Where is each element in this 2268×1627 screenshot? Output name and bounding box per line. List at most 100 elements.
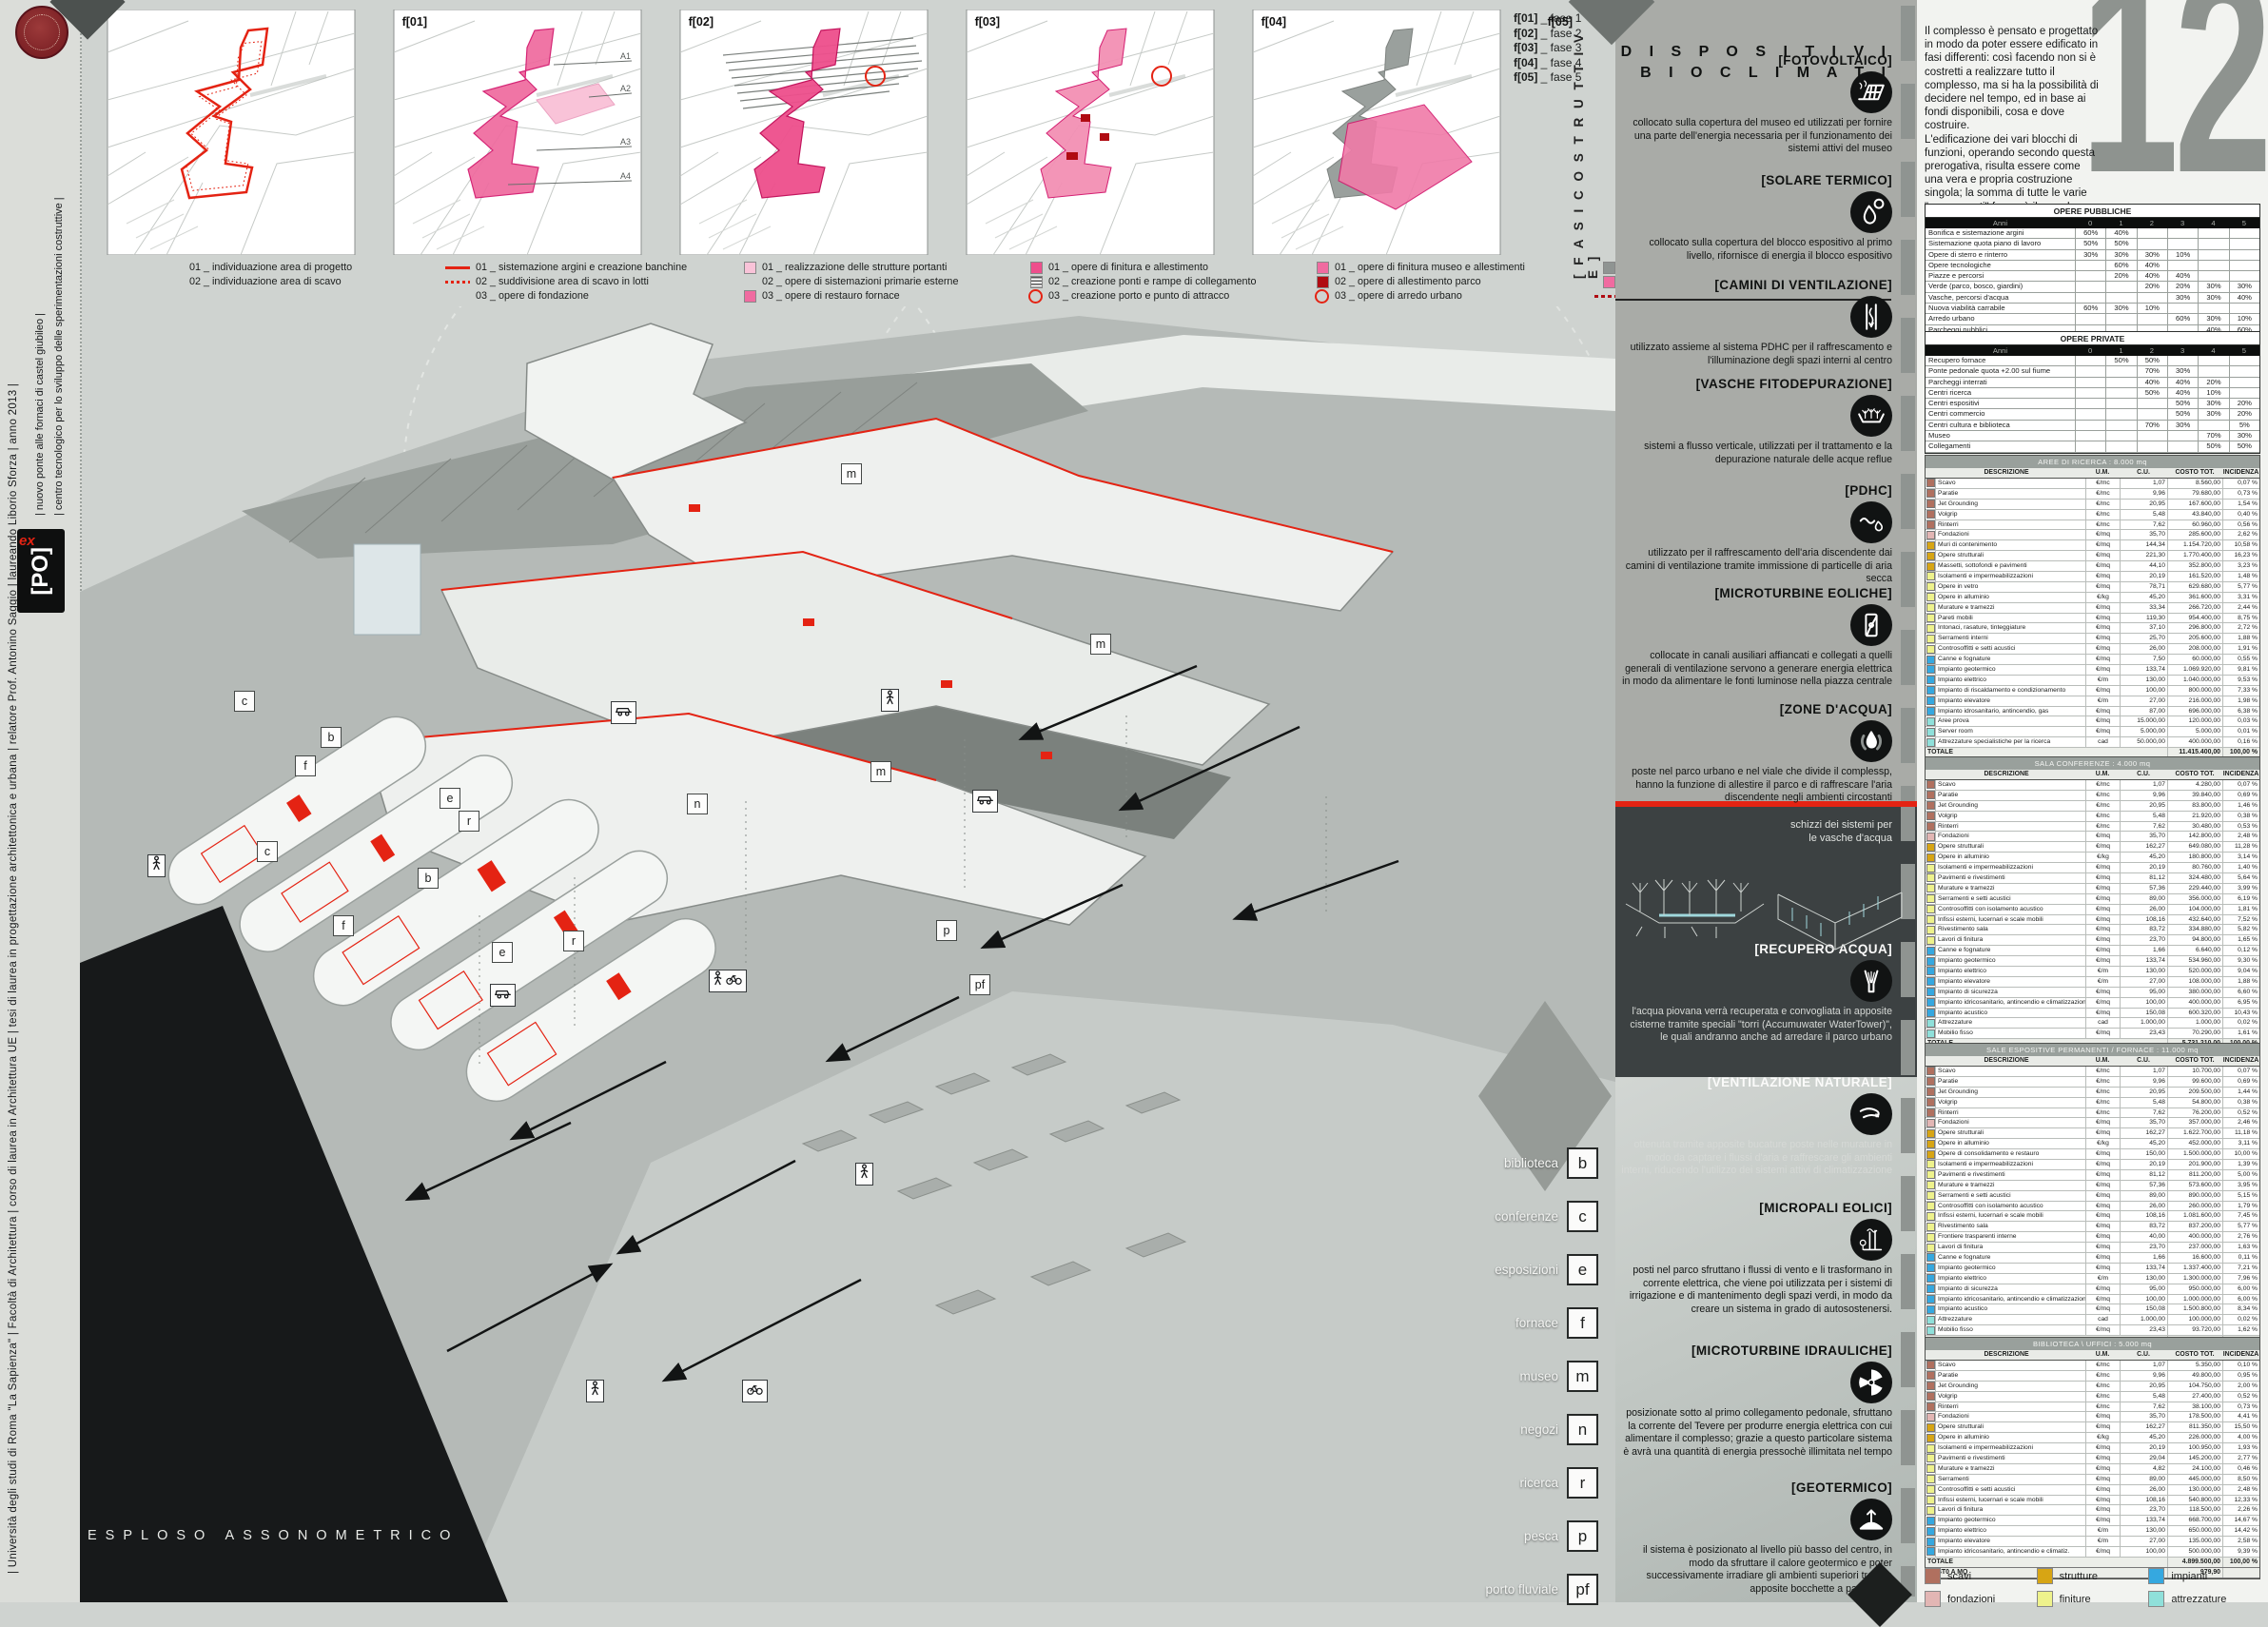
legend-number: 01 _ <box>1335 261 1355 275</box>
sun-drop-icon <box>1850 191 1892 233</box>
table-cell <box>2167 431 2198 441</box>
cost-desc-cell: Mobilio fisso <box>1935 1325 2085 1335</box>
category-chip <box>1926 864 1935 872</box>
category-chip <box>1926 1140 1935 1148</box>
table-cell: 50% <box>2137 388 2167 398</box>
table-cell: 70% <box>2137 366 2167 376</box>
cost-um-cell: €/mq <box>2085 540 2120 550</box>
intro-paragraph: Il complesso è pensato e progettato in m… <box>1925 25 2100 227</box>
table-cell: Museo <box>1926 431 2075 441</box>
category-chip-cell <box>1926 1422 1935 1432</box>
cost-tot-cell: 21.920,00 <box>2167 812 2222 821</box>
device-section-title: [PDHC] <box>1620 483 1892 498</box>
sidebar-credits-line: | Università degli studi di Roma "La Sap… <box>8 61 19 1574</box>
device-section-title: [CAMINI DI VENTILAZIONE] <box>1620 278 1892 292</box>
cost-cu-cell: 20,95 <box>2120 1088 2167 1097</box>
cost-cu-cell: 130,00 <box>2120 1526 2167 1536</box>
cost-tot-cell: 540.800,00 <box>2167 1496 2222 1505</box>
totale-pct: 100,00 % <box>2222 1558 2259 1567</box>
cost-um-cell: €/kg <box>2085 853 2120 862</box>
cost-desc-cell: Impianto elettrico <box>1935 1274 2085 1284</box>
cost-inc-cell: 11,18 % <box>2222 1128 2259 1138</box>
cost-header-cell: C.U. <box>2120 468 2167 478</box>
table-row: Centri cultura e biblioteca70%30%5% <box>1926 421 2259 431</box>
table-cell: Ponte pedonale quota +2.00 sul fiume <box>1926 366 2075 376</box>
person-icon <box>885 690 895 711</box>
cost-tot-cell: 208.000,00 <box>2167 644 2222 654</box>
table-cell <box>2137 293 2167 303</box>
table-row: Impianto geotermico€/mq133,741.069.920,0… <box>1926 665 2259 676</box>
cost-um-cell: €/mc <box>2085 1088 2120 1097</box>
university-seal-icon <box>15 6 68 59</box>
cost-desc-cell: Paratie <box>1935 1077 2085 1087</box>
hydro-turbine-icon <box>1850 1362 1892 1403</box>
cost-header-cell: COSTO TOT. <box>2167 468 2222 478</box>
phase-maps-strip: A1 A2 A3 A4 <box>80 10 1615 255</box>
cost-desc-cell: Controsoffitti con isolamento acustico <box>1935 1202 2085 1211</box>
cost-desc-cell: Lavori di finitura <box>1935 935 2085 945</box>
cost-inc-cell: 0,46 % <box>2222 1464 2259 1474</box>
person-icon <box>151 855 162 876</box>
cost-tot-cell: 1.040.000,00 <box>2167 676 2222 685</box>
cost-um-cell: €/mq <box>2085 1516 2120 1525</box>
cost-tot-cell: 49.800,00 <box>2167 1371 2222 1381</box>
category-chip <box>1926 1538 1935 1546</box>
table-row: Impianto di sicurezza€/mq95,00380.000,00… <box>1926 988 2259 998</box>
cost-desc-cell: Impianto idrosanitario, antincendio, gas <box>1935 707 2085 716</box>
fasi-costruttive-title: [ F A S I C O S T R U T T I V E ] <box>1572 27 1600 279</box>
letters-key-item: negozin <box>1463 1414 1598 1445</box>
category-chip-cell <box>1926 603 1935 613</box>
category-chip <box>1926 853 1935 862</box>
device-section: [ZONE D'ACQUA]poste nel parco urbano e n… <box>1620 702 1892 805</box>
cost-desc-cell: Murature e tramezzi <box>1935 1181 2085 1190</box>
schedule-year: 3 <box>2167 218 2198 228</box>
mobility-sign <box>881 689 899 712</box>
cost-cu-cell: 108,16 <box>2120 1211 2167 1221</box>
device-section: [FOTOVOLTAICO]collocato sulla copertura … <box>1620 53 1892 156</box>
cost-desc-cell: Controsoffitti e setti acustici <box>1935 1485 2085 1495</box>
table-row: Aree prova€/mq15.000,00120.000,000,03 % <box>1926 716 2259 727</box>
category-chip-cell <box>1926 1067 1935 1076</box>
cost-tot-cell: 629.680,00 <box>2167 582 2222 592</box>
category-chip <box>1926 1402 1935 1411</box>
category-chip <box>1926 510 1935 519</box>
cost-inc-cell: 9,53 % <box>2222 676 2259 685</box>
cost-inc-cell: 0,02 % <box>2222 1315 2259 1324</box>
cost-cu-cell: 7,62 <box>2120 1402 2167 1412</box>
cost-tot-cell: 118.500,00 <box>2167 1505 2222 1515</box>
cost-um-cell: €/kg <box>2085 1433 2120 1442</box>
map-panels <box>108 10 1500 255</box>
table-row: Isolamenti e impermeabilizzazioni€/mq20,… <box>1926 1443 2259 1454</box>
table-row: Murature e tramezzi€/mq57,36229.440,003,… <box>1926 884 2259 894</box>
cost-inc-cell: 1,63 % <box>2222 1243 2259 1252</box>
legend-item: fondazioni <box>1925 1591 2037 1607</box>
cost-cu-cell: 5,48 <box>2120 812 2167 821</box>
bike-icon <box>725 972 743 990</box>
category-chip <box>1926 1077 1935 1086</box>
cost-cu-cell: 150,08 <box>2120 1009 2167 1018</box>
category-chip <box>1926 1067 1935 1075</box>
category-chip <box>1926 822 1935 831</box>
cost-inc-cell: 0,69 % <box>2222 1077 2259 1087</box>
table-row: Impianto geotermico€/mq133,74534.960,009… <box>1926 956 2259 967</box>
table-cell <box>2075 399 2105 408</box>
category-chip <box>1926 582 1935 591</box>
cost-um-cell: €/mq <box>2085 832 2120 841</box>
table-cell <box>2198 261 2228 270</box>
cost-tot-cell: 6.640,00 <box>2167 946 2222 955</box>
cost-desc-cell: Rinterri <box>1935 1402 2085 1412</box>
cost-tot-cell: 108.000,00 <box>2167 977 2222 987</box>
table-cell <box>2137 431 2167 441</box>
category-chip <box>1926 1371 1935 1380</box>
cost-desc-cell: Impianto di sicurezza <box>1935 1284 2085 1294</box>
cost-inc-cell: 6,00 % <box>2222 1284 2259 1294</box>
category-chip-cell <box>1926 696 1935 706</box>
cost-tot-cell: 216.000,00 <box>2167 696 2222 706</box>
cost-desc-cell: Impianto acustico <box>1935 1304 2085 1314</box>
category-chip-cell <box>1926 655 1935 664</box>
cost-cu-cell: 5,48 <box>2120 1098 2167 1108</box>
cost-cu-cell: 27,00 <box>2120 977 2167 987</box>
table-row: Opere di sterro e rinterro30%30%30%10% <box>1926 250 2259 261</box>
data-column: 12 Il complesso è pensato e progettato i… <box>1917 0 2268 1602</box>
table-cell: Verde (parco, bosco, giardini) <box>1926 282 2075 291</box>
